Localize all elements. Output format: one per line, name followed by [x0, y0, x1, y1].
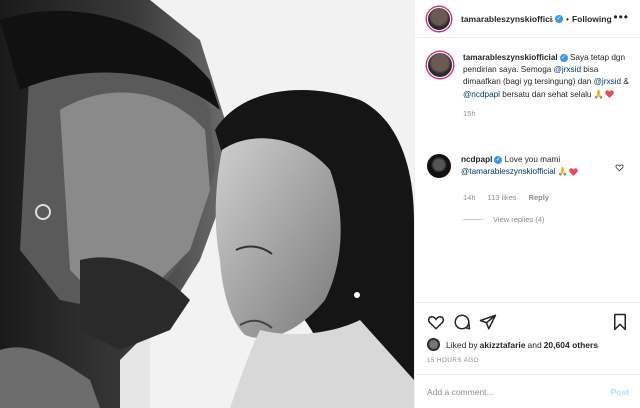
like-comment-heart-icon[interactable]: [615, 163, 624, 172]
likes-text: and: [527, 339, 542, 350]
post-timestamp[interactable]: 15 HOURS AGO: [427, 357, 479, 364]
likes-count[interactable]: 20,604 others: [544, 340, 598, 350]
author-avatar[interactable]: [427, 6, 451, 31]
pray-emoji: 🙏: [557, 167, 569, 177]
verified-badge-icon: ✓: [559, 53, 568, 62]
following-button[interactable]: Following: [572, 14, 612, 24]
comment-text: ncdpapl ✓ Love you mami @tamarableszynski…: [461, 154, 578, 178]
post-side-panel: tamarableszynskiofficial ✓ • Following •…: [414, 0, 640, 408]
commenter-avatar[interactable]: [427, 154, 451, 178]
save-bookmark-icon[interactable]: [611, 313, 629, 331]
like-heart-icon[interactable]: [427, 313, 445, 331]
caption-block: tamarableszynskiofficial ✓ Saya tetap dgn…: [427, 52, 631, 118]
mention-link[interactable]: @jrxsid: [554, 65, 581, 74]
liker-avatar[interactable]: [427, 338, 440, 351]
author-username[interactable]: tamarableszynskiofficial: [461, 14, 553, 24]
post-comment-button[interactable]: Post: [611, 387, 629, 397]
add-comment-input[interactable]: [427, 386, 611, 397]
comment-likes[interactable]: 113 likes: [488, 193, 517, 202]
red-heart-icon: [569, 168, 578, 177]
caption-meta: 15h: [463, 109, 631, 118]
likes-summary: Liked by akizztafarie and 20,604 others: [427, 338, 598, 351]
mention-link[interactable]: @jrxsid: [594, 77, 621, 86]
verified-badge-icon: ✓: [555, 14, 563, 23]
caption-text-part: &: [621, 77, 629, 87]
comment-bubble-icon[interactable]: [453, 313, 471, 331]
instagram-post: tamarableszynskiofficial ✓ • Following •…: [0, 0, 640, 408]
caption-time[interactable]: 15h: [463, 109, 476, 118]
view-replies-button[interactable]: View replies (4): [463, 215, 545, 224]
commenter-username[interactable]: ncdpapl: [461, 155, 492, 164]
likes-text: Liked by: [446, 339, 478, 350]
caption-text: tamarableszynskiofficial ✓ Saya tetap dgn…: [463, 52, 631, 101]
caption-text-part: bersatu dan sehat selalu: [500, 89, 594, 99]
action-bar: [415, 302, 640, 338]
add-comment-bar: Post: [415, 374, 640, 408]
caption: tamarableszynskiofficial ✓ Saya tetap dgn…: [427, 52, 631, 101]
comment-time[interactable]: 14h: [463, 193, 476, 202]
liker-username[interactable]: akizztafarie: [480, 340, 526, 350]
more-horizontal-icon[interactable]: •••: [613, 10, 629, 24]
mention-link[interactable]: @tamarableszynskiofficial: [461, 167, 556, 176]
view-replies-label: View replies (4): [493, 215, 545, 224]
share-paper-plane-icon[interactable]: [479, 313, 497, 331]
post-header: tamarableszynskiofficial ✓ • Following •…: [415, 0, 640, 38]
comment-item: ncdpapl ✓ Love you mami @tamarableszynski…: [427, 154, 631, 178]
pray-emoji: 🙏: [593, 89, 604, 99]
reply-button[interactable]: Reply: [529, 193, 549, 202]
comment-meta: 14h 113 likes Reply: [463, 193, 549, 202]
caption-username[interactable]: tamarableszynskiofficial: [463, 53, 558, 62]
red-heart-icon: [605, 90, 614, 99]
post-photo[interactable]: [0, 0, 414, 408]
header-separator: •: [566, 13, 569, 24]
verified-badge-icon: ✓: [494, 155, 503, 164]
photo-illustration: [0, 0, 414, 408]
replies-divider-line: [463, 219, 483, 220]
caption-avatar[interactable]: [427, 52, 453, 78]
comment-text-part: Love you mami: [504, 155, 561, 164]
mention-link[interactable]: @ncdpapl: [463, 90, 500, 99]
